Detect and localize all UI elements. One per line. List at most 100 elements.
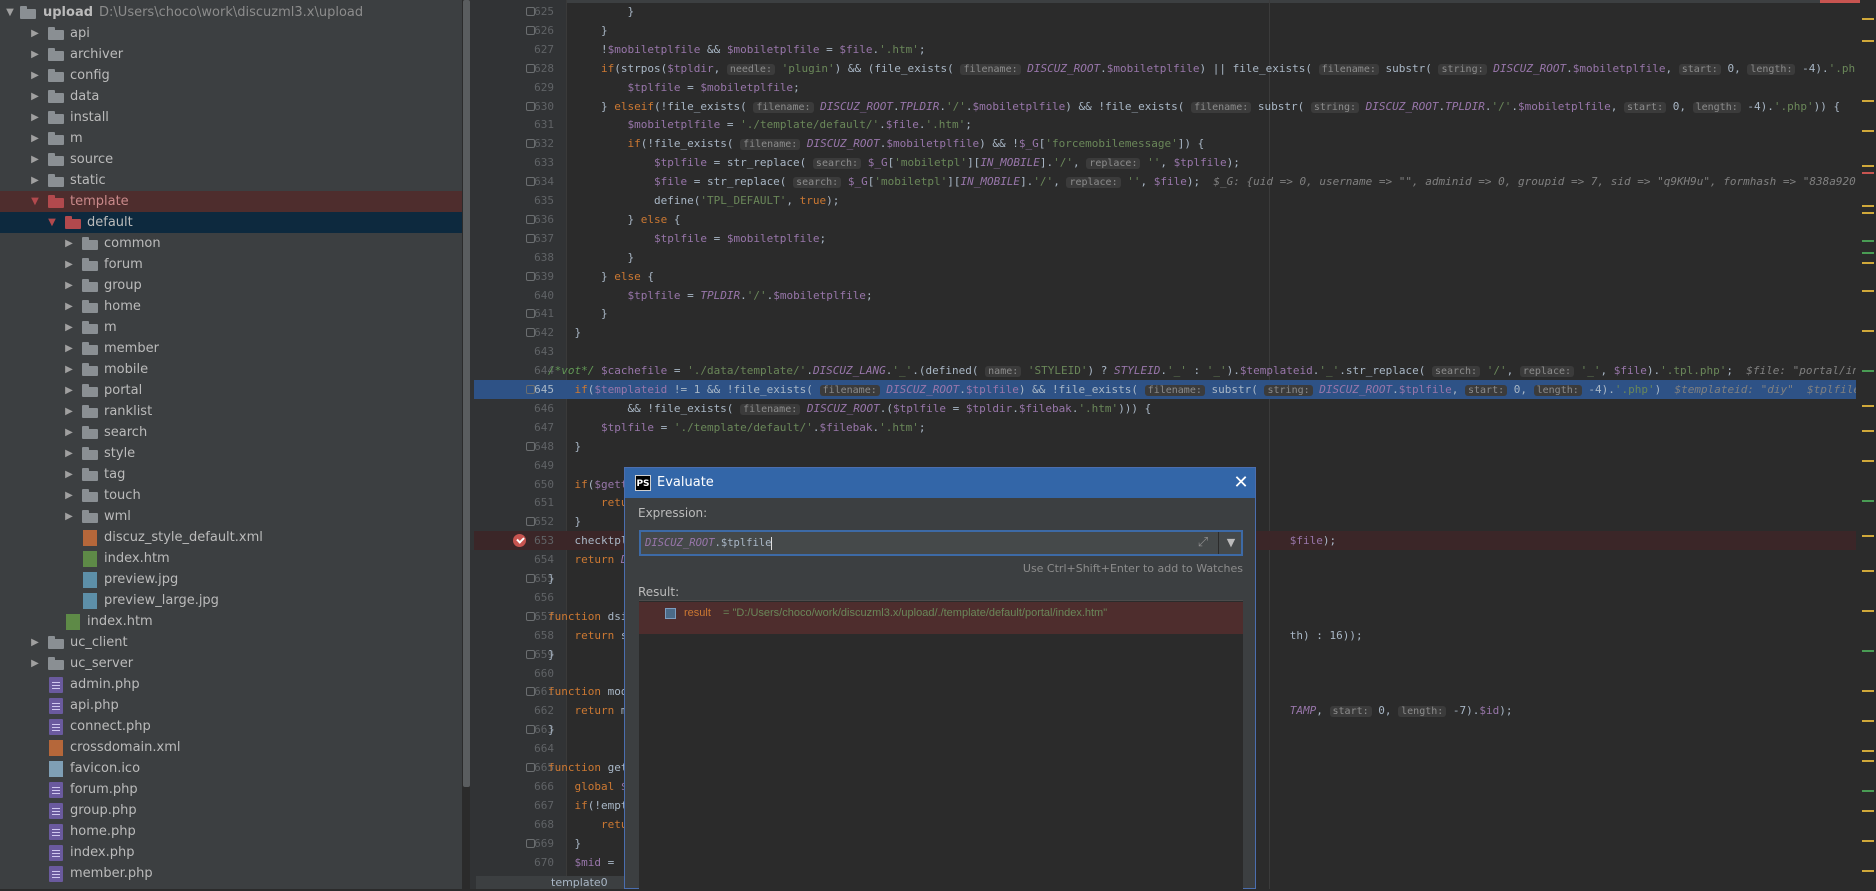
tree-item[interactable]: ▶ group: [0, 275, 462, 296]
code-text[interactable]: return D: [548, 550, 628, 569]
fold-icon[interactable]: [526, 517, 535, 527]
line-number[interactable]: 652: [478, 512, 554, 531]
line-number[interactable]: 646: [478, 399, 554, 418]
code-line[interactable]: 628 if(strpos($tpldir, needle: 'plugin')…: [474, 59, 1876, 78]
code-line[interactable]: 646 && !file_exists( filename: DISCUZ_RO…: [474, 399, 1876, 418]
chevron-right-icon[interactable]: ▶: [63, 233, 75, 254]
line-number[interactable]: 649: [478, 456, 554, 475]
error-stripe-mark[interactable]: [1862, 130, 1874, 132]
code-text[interactable]: retur: [548, 815, 634, 834]
code-text[interactable]: }: [548, 304, 608, 323]
chevron-right-icon[interactable]: ▶: [63, 380, 75, 401]
tree-item[interactable]: crossdomain.xml: [0, 737, 462, 758]
line-number[interactable]: 627: [478, 40, 554, 59]
tree-item[interactable]: index.htm: [0, 548, 462, 569]
chevron-right-icon[interactable]: ▶: [29, 107, 41, 128]
code-text[interactable]: define('TPL_DEFAULT', true);: [548, 191, 839, 210]
tree-item[interactable]: discuz_style_default.xml: [0, 527, 462, 548]
fold-icon[interactable]: [526, 101, 535, 111]
line-number[interactable]: 658: [478, 626, 554, 645]
code-text[interactable]: }: [548, 437, 581, 456]
code-line[interactable]: 632 if(!file_exists( filename: DISCUZ_RO…: [474, 134, 1876, 153]
line-number[interactable]: 664: [478, 739, 554, 758]
fold-icon[interactable]: [526, 687, 535, 697]
line-number[interactable]: 638: [478, 248, 554, 267]
tree-item[interactable]: ▶ tag: [0, 464, 462, 485]
fold-icon[interactable]: [526, 177, 535, 187]
code-text[interactable]: } else {: [548, 210, 680, 229]
line-number[interactable]: 670: [478, 853, 554, 872]
code-text[interactable]: if($gettp: [548, 475, 635, 494]
line-number[interactable]: 648: [478, 437, 554, 456]
fold-icon[interactable]: [526, 309, 535, 319]
code-text[interactable]: }: [548, 645, 555, 664]
error-stripe-mark[interactable]: [1862, 370, 1874, 372]
code-line[interactable]: 634 $file = str_replace( search: $_G['mo…: [474, 172, 1876, 191]
chevron-right-icon[interactable]: ▶: [29, 44, 41, 65]
chevron-right-icon[interactable]: ▶: [29, 653, 41, 674]
chevron-down-icon[interactable]: ▼: [46, 212, 58, 233]
error-stripe-mark[interactable]: [1862, 840, 1874, 842]
history-dropdown-icon[interactable]: ▼: [1221, 532, 1241, 554]
tree-item[interactable]: ▶ common: [0, 233, 462, 254]
code-text[interactable]: if(strpos($tpldir, needle: 'plugin') && …: [548, 59, 1876, 79]
line-number[interactable]: 635: [478, 191, 554, 210]
line-number[interactable]: 665: [478, 758, 554, 777]
code-line[interactable]: 630 } elseif(!file_exists( filename: DIS…: [474, 97, 1876, 116]
fold-icon[interactable]: [526, 611, 535, 621]
error-stripe-mark[interactable]: [1862, 750, 1874, 752]
tree-item[interactable]: ▶ install: [0, 107, 462, 128]
tree-item[interactable]: connect.php: [0, 716, 462, 737]
code-text[interactable]: }: [548, 512, 581, 531]
fold-icon[interactable]: [526, 214, 535, 224]
tree-item[interactable]: ▶ archiver: [0, 44, 462, 65]
tree-item[interactable]: favicon.ico: [0, 758, 462, 779]
error-stripe-mark[interactable]: [1862, 610, 1874, 612]
code-text[interactable]: $tplfile = './template/default/'.$fileba…: [548, 418, 926, 437]
line-number[interactable]: 641: [478, 304, 554, 323]
code-line[interactable]: 633 $tplfile = str_replace( search: $_G[…: [474, 153, 1876, 172]
tree-item[interactable]: ▶ api: [0, 23, 462, 44]
code-text[interactable]: if($templateid != 1 && !file_exists( fil…: [548, 380, 1876, 400]
tree-item[interactable]: ▶ style: [0, 443, 462, 464]
line-number[interactable]: 629: [478, 78, 554, 97]
line-number[interactable]: 656: [478, 588, 554, 607]
chevron-right-icon[interactable]: ▶: [63, 464, 75, 485]
code-text[interactable]: }: [548, 2, 634, 21]
chevron-right-icon[interactable]: ▶: [63, 401, 75, 422]
line-number[interactable]: 639: [478, 267, 554, 286]
chevron-right-icon[interactable]: ▶: [63, 506, 75, 527]
chevron-right-icon[interactable]: ▶: [29, 65, 41, 86]
code-text[interactable]: global $_: [548, 777, 635, 796]
error-stripe-mark[interactable]: [1862, 810, 1874, 812]
line-number[interactable]: 633: [478, 153, 554, 172]
evaluate-dialog[interactable]: PS Evaluate ✕ Expression: DISCUZ_ROOT.$t…: [624, 467, 1256, 891]
chevron-right-icon[interactable]: ▶: [29, 170, 41, 191]
code-line[interactable]: 647 $tplfile = './template/default/'.$fi…: [474, 418, 1876, 437]
code-text[interactable]: } else {: [548, 267, 654, 286]
code-text[interactable]: && !file_exists( filename: DISCUZ_ROOT.(…: [548, 399, 1151, 419]
tree-item[interactable]: ▶ source: [0, 149, 462, 170]
tree-item[interactable]: index.php: [0, 842, 462, 863]
code-line[interactable]: 645 if($templateid != 1 && !file_exists(…: [474, 380, 1876, 399]
tree-root[interactable]: ▼ upload D:\Users\choco\work\discuzml3.x\…: [0, 2, 462, 23]
code-line[interactable]: 639 } else {: [474, 267, 1876, 286]
code-text[interactable]: $tplfile = $mobiletplfile;: [548, 229, 826, 248]
line-number[interactable]: 657: [478, 607, 554, 626]
line-number[interactable]: 650: [478, 475, 554, 494]
code-text[interactable]: $mid =: [548, 853, 621, 872]
tree-item[interactable]: preview_large.jpg: [0, 590, 462, 611]
code-line[interactable]: 642 }: [474, 323, 1876, 342]
error-stripe-mark[interactable]: [1862, 40, 1874, 42]
fold-icon[interactable]: [526, 63, 535, 73]
fold-icon[interactable]: [526, 441, 535, 451]
tree-item[interactable]: ▶ static: [0, 170, 462, 191]
tree-item[interactable]: ▶ search: [0, 422, 462, 443]
code-text[interactable]: } elseif(!file_exists( filename: DISCUZ_…: [548, 97, 1840, 117]
chevron-right-icon[interactable]: ▶: [29, 149, 41, 170]
tree-scrollbar[interactable]: [463, 0, 470, 787]
error-stripe-mark[interactable]: [1862, 870, 1874, 872]
code-text[interactable]: if(!empty: [548, 796, 635, 815]
line-number[interactable]: 647: [478, 418, 554, 437]
code-text[interactable]: }: [548, 248, 634, 267]
